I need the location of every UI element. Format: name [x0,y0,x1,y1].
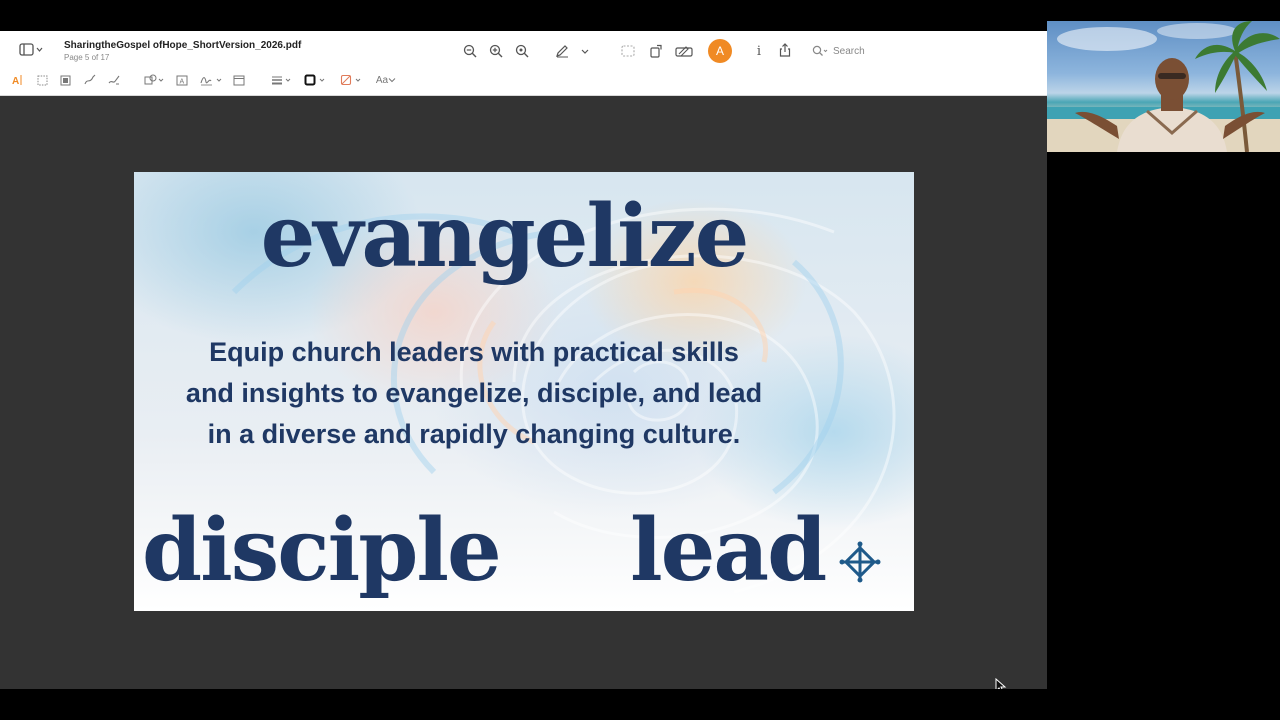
pen-tool-button[interactable] [552,42,592,60]
markup-icon: A [715,44,724,58]
info-button[interactable]: i [751,42,767,60]
zoom-out-button[interactable] [461,42,479,60]
zoom-fit-button[interactable] [513,42,531,60]
heading-lead: lead [630,500,827,601]
text-select-icon: A [12,75,22,86]
crop-button[interactable] [619,42,637,60]
info-icon: i [756,43,762,59]
slide-body-text: Equip church leaders with practical skil… [154,332,794,455]
font-menu[interactable]: Aa [374,73,398,87]
heading-disciple: disciple [142,500,502,601]
cross-logo-icon [839,541,881,583]
rect-selection-tool[interactable] [35,73,49,87]
pdf-viewer-window: SharingtheGospel ofHope_ShortVersion_202… [0,31,1047,689]
zoom-in-button[interactable] [487,42,505,60]
share-button[interactable] [776,41,794,59]
fill-color-menu[interactable] [339,73,363,87]
body-line-2: and insights to evangelize, disciple, an… [185,378,763,408]
rotate-icon [650,44,662,58]
smart-lasso-tool[interactable] [58,73,72,87]
line-style-icon [272,76,291,85]
document-filename: SharingtheGospel ofHope_ShortVersion_202… [64,40,302,51]
text-selection-tool[interactable]: A [11,73,25,87]
text-box-tool[interactable]: A [175,73,189,87]
participant-video-icon [1047,21,1280,152]
lasso-icon [60,75,70,85]
zoom-in-icon [489,44,503,58]
svg-text:A: A [180,78,185,85]
text-box-icon: A [176,75,188,85]
border-color-icon [304,74,325,86]
body-line-3: in a diverse and rapidly changing cultur… [207,419,741,449]
signature-menu[interactable] [199,73,223,87]
search-icon [812,45,828,56]
shapes-menu[interactable] [143,73,165,87]
sketch-icon [84,74,96,85]
fill-color-icon [340,74,361,86]
page-indicator: Page 5 of 17 [64,53,110,62]
font-menu-label: Aa [375,74,389,86]
heading-evangelize: evangelize [260,186,750,287]
draw-tool[interactable] [107,73,121,87]
rotate-button[interactable] [647,42,665,60]
form-icon [675,46,693,57]
crop-icon [621,45,635,57]
zoom-out-icon [463,44,477,58]
search-field[interactable]: Search [812,42,932,60]
pdf-page-slide: evangelize Equip church leaders with pra… [134,172,914,611]
draw-icon [108,75,120,85]
signature-icon [200,77,222,86]
sidebar-toggle-button[interactable] [18,41,44,59]
zoom-fit-icon [515,44,529,58]
participant-video-tile [1047,21,1280,152]
pen-icon [556,45,589,58]
note-icon [233,75,245,85]
line-style-menu[interactable] [270,73,292,87]
markup-button[interactable]: A [708,39,732,63]
shapes-icon [144,74,164,85]
sketch-tool[interactable] [83,73,97,87]
share-icon [779,43,791,57]
sidebar-icon [19,43,43,56]
note-tool[interactable] [232,73,246,87]
rect-select-icon [37,75,47,85]
chevron-down-icon [388,78,396,83]
border-color-menu[interactable] [303,73,327,87]
search-placeholder: Search [833,45,865,57]
viewer-toolbar: SharingtheGospel ofHope_ShortVersion_202… [0,31,1047,96]
svg-text:A: A [12,76,19,86]
body-line-1: Equip church leaders with practical skil… [209,337,739,367]
mouse-cursor-icon [995,678,1007,689]
form-fill-button[interactable] [674,42,694,60]
